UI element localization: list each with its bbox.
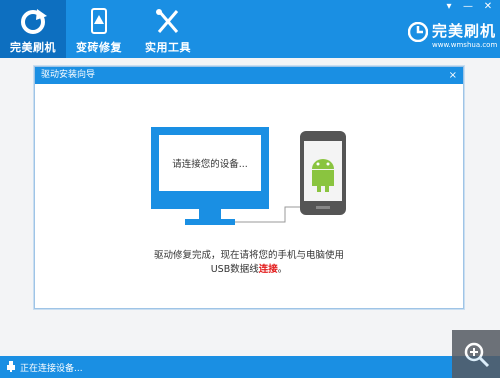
status-text: 正在连接设备... bbox=[20, 364, 83, 374]
close-window-button[interactable]: ✕ bbox=[481, 1, 495, 12]
brand-name: 完美刷机 bbox=[432, 22, 497, 40]
phone-warning-icon bbox=[91, 8, 107, 34]
instruction-line-2: USB数据线连接。 bbox=[35, 261, 463, 275]
instruction-prefix: USB数据线 bbox=[210, 264, 259, 275]
status-bar: 正在连接设备... bbox=[0, 356, 500, 378]
android-phone-icon bbox=[300, 131, 346, 215]
zoom-in-icon bbox=[464, 342, 490, 368]
usb-icon bbox=[7, 361, 15, 372]
brand-logo: 完美刷机 www.wmshua.com bbox=[408, 20, 498, 50]
logo-icon bbox=[408, 22, 428, 42]
monitor-status-text: 请连接您的设备... bbox=[172, 159, 248, 170]
tab-brick-repair[interactable]: 变砖修复 bbox=[66, 0, 132, 58]
dialog-close-button[interactable]: × bbox=[449, 67, 457, 84]
tab-label: 完美刷机 bbox=[10, 41, 56, 54]
zoom-button[interactable] bbox=[452, 330, 500, 378]
tab-utility-tools[interactable]: 实用工具 bbox=[132, 0, 204, 58]
tools-icon bbox=[156, 9, 179, 33]
minimize-button[interactable]: — bbox=[461, 1, 475, 12]
connect-link[interactable]: 连接 bbox=[259, 264, 278, 275]
instruction-suffix: 。 bbox=[277, 264, 288, 275]
refresh-arrow-icon bbox=[21, 9, 47, 34]
menu-dropdown-button[interactable]: ▾ bbox=[442, 1, 456, 12]
tab-perfect-flash[interactable]: 完美刷机 bbox=[0, 0, 66, 58]
tab-label: 实用工具 bbox=[145, 41, 191, 54]
top-toolbar: 完美刷机 变砖修复 实用工具 ▾ — ✕ 完美刷机 www.wmshua.com bbox=[0, 0, 500, 58]
instruction-line-1: 驱动修复完成，现在请将您的手机与电脑使用 bbox=[153, 250, 344, 261]
dialog-title: 驱动安装向导 bbox=[41, 70, 96, 80]
dialog-titlebar: 驱动安装向导 × bbox=[35, 67, 463, 84]
tab-label: 变砖修复 bbox=[76, 41, 122, 54]
brand-url: www.wmshua.com bbox=[432, 41, 498, 49]
driver-install-dialog: 驱动安装向导 × 请连接您的设备... 驱动修复完成，现在请将您的手机与电脑使用… bbox=[34, 66, 464, 309]
